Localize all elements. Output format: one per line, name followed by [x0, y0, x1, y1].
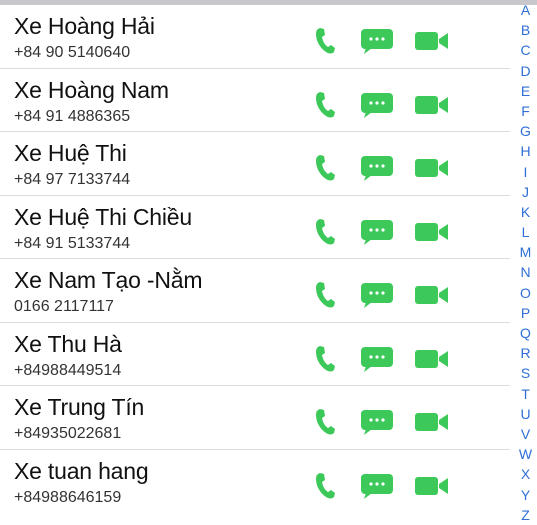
index-letter-v[interactable]: V	[514, 424, 537, 444]
phone-icon[interactable]	[314, 408, 336, 436]
phone-icon[interactable]	[314, 154, 336, 182]
video-icon[interactable]	[414, 27, 450, 55]
contact-name: Xe Hoàng Hải	[14, 13, 155, 39]
message-icon[interactable]	[360, 345, 394, 373]
message-icon[interactable]	[360, 218, 394, 246]
contact-phone: +84988449514	[14, 361, 122, 379]
contact-name: Xe Huệ Thi Chiều	[14, 203, 192, 230]
video-icon[interactable]	[414, 345, 450, 373]
contact-phone: +84988646159	[14, 488, 122, 506]
contact-name: Xe tuan hang	[14, 457, 149, 484]
index-letter-z[interactable]: Z	[514, 505, 537, 525]
phone-icon[interactable]	[314, 218, 336, 246]
contact-row[interactable]: Xe Nam Tạo -Nằm 0166 2117117	[0, 259, 510, 323]
index-letter-h[interactable]: H	[514, 141, 537, 161]
message-icon[interactable]	[360, 91, 394, 119]
index-letter-a[interactable]: A	[514, 0, 537, 20]
contact-row[interactable]: Xe tuan hang +84988646159	[0, 450, 510, 514]
contact-phone: +84 91 5133744	[14, 234, 131, 252]
contact-list: Xe Hoàng Hải +84 90 5140640 Xe Hoàng Nam…	[0, 5, 510, 513]
index-letter-m[interactable]: M	[514, 242, 537, 262]
video-icon[interactable]	[414, 218, 450, 246]
index-letter-s[interactable]: S	[514, 363, 537, 383]
index-letter-y[interactable]: Y	[514, 485, 537, 505]
contact-row[interactable]: Xe Trung Tín +84935022681	[0, 386, 510, 450]
index-letter-j[interactable]: J	[514, 182, 537, 202]
message-icon[interactable]	[360, 281, 394, 309]
index-letter-x[interactable]: X	[514, 464, 537, 484]
contact-phone: +84935022681	[14, 425, 122, 442]
alphabet-index[interactable]: A B C D E F G H I J K L M N O P Q R S T …	[514, 0, 537, 523]
index-letter-w[interactable]: W	[514, 444, 537, 464]
contact-name: Xe Trung Tín	[14, 394, 145, 420]
contact-phone: 0166 2117117	[14, 298, 114, 315]
contact-row[interactable]: Xe Huệ Thi Chiều +84 91 5133744	[0, 196, 510, 259]
index-letter-i[interactable]: I	[514, 162, 537, 182]
index-letter-e[interactable]: E	[514, 81, 537, 101]
index-letter-p[interactable]: P	[514, 303, 537, 323]
video-icon[interactable]	[414, 472, 450, 500]
index-letter-d[interactable]: D	[514, 61, 537, 81]
message-icon[interactable]	[360, 472, 394, 500]
contact-name: Xe Hoàng Nam	[14, 76, 169, 103]
index-letter-c[interactable]: C	[514, 40, 537, 60]
phone-icon[interactable]	[314, 345, 336, 373]
contact-phone: +84 90 5140640	[14, 44, 131, 61]
video-icon[interactable]	[414, 408, 450, 436]
index-letter-t[interactable]: T	[514, 384, 537, 404]
message-icon[interactable]	[360, 408, 394, 436]
phone-icon[interactable]	[314, 472, 336, 500]
contact-name: Xe Nam Tạo -Nằm	[14, 267, 203, 293]
video-icon[interactable]	[414, 154, 450, 182]
contact-phone: +84 91 4886365	[14, 107, 131, 125]
contact-row[interactable]: Xe Huệ Thi +84 97 7133744	[0, 132, 510, 196]
index-letter-g[interactable]: G	[514, 121, 537, 141]
contact-phone: +84 97 7133744	[14, 171, 131, 188]
video-icon[interactable]	[414, 281, 450, 309]
index-letter-n[interactable]: N	[514, 262, 537, 282]
index-letter-l[interactable]: L	[514, 222, 537, 242]
phone-icon[interactable]	[314, 27, 336, 55]
contact-name: Xe Thu Hà	[14, 330, 122, 357]
index-letter-r[interactable]: R	[514, 343, 537, 363]
video-icon[interactable]	[414, 91, 450, 119]
message-icon[interactable]	[360, 27, 394, 55]
index-letter-k[interactable]: K	[514, 202, 537, 222]
index-letter-q[interactable]: Q	[514, 323, 537, 343]
contact-name: Xe Huệ Thi	[14, 140, 127, 166]
index-letter-o[interactable]: O	[514, 283, 537, 303]
index-letter-b[interactable]: B	[514, 20, 537, 40]
index-letter-u[interactable]: U	[514, 404, 537, 424]
message-icon[interactable]	[360, 154, 394, 182]
phone-icon[interactable]	[314, 91, 336, 119]
phone-icon[interactable]	[314, 281, 336, 309]
index-letter-f[interactable]: F	[514, 101, 537, 121]
contact-row[interactable]: Xe Hoàng Nam +84 91 4886365	[0, 69, 510, 132]
contact-row[interactable]: Xe Hoàng Hải +84 90 5140640	[0, 5, 510, 69]
contact-row[interactable]: Xe Thu Hà +84988449514	[0, 323, 510, 386]
